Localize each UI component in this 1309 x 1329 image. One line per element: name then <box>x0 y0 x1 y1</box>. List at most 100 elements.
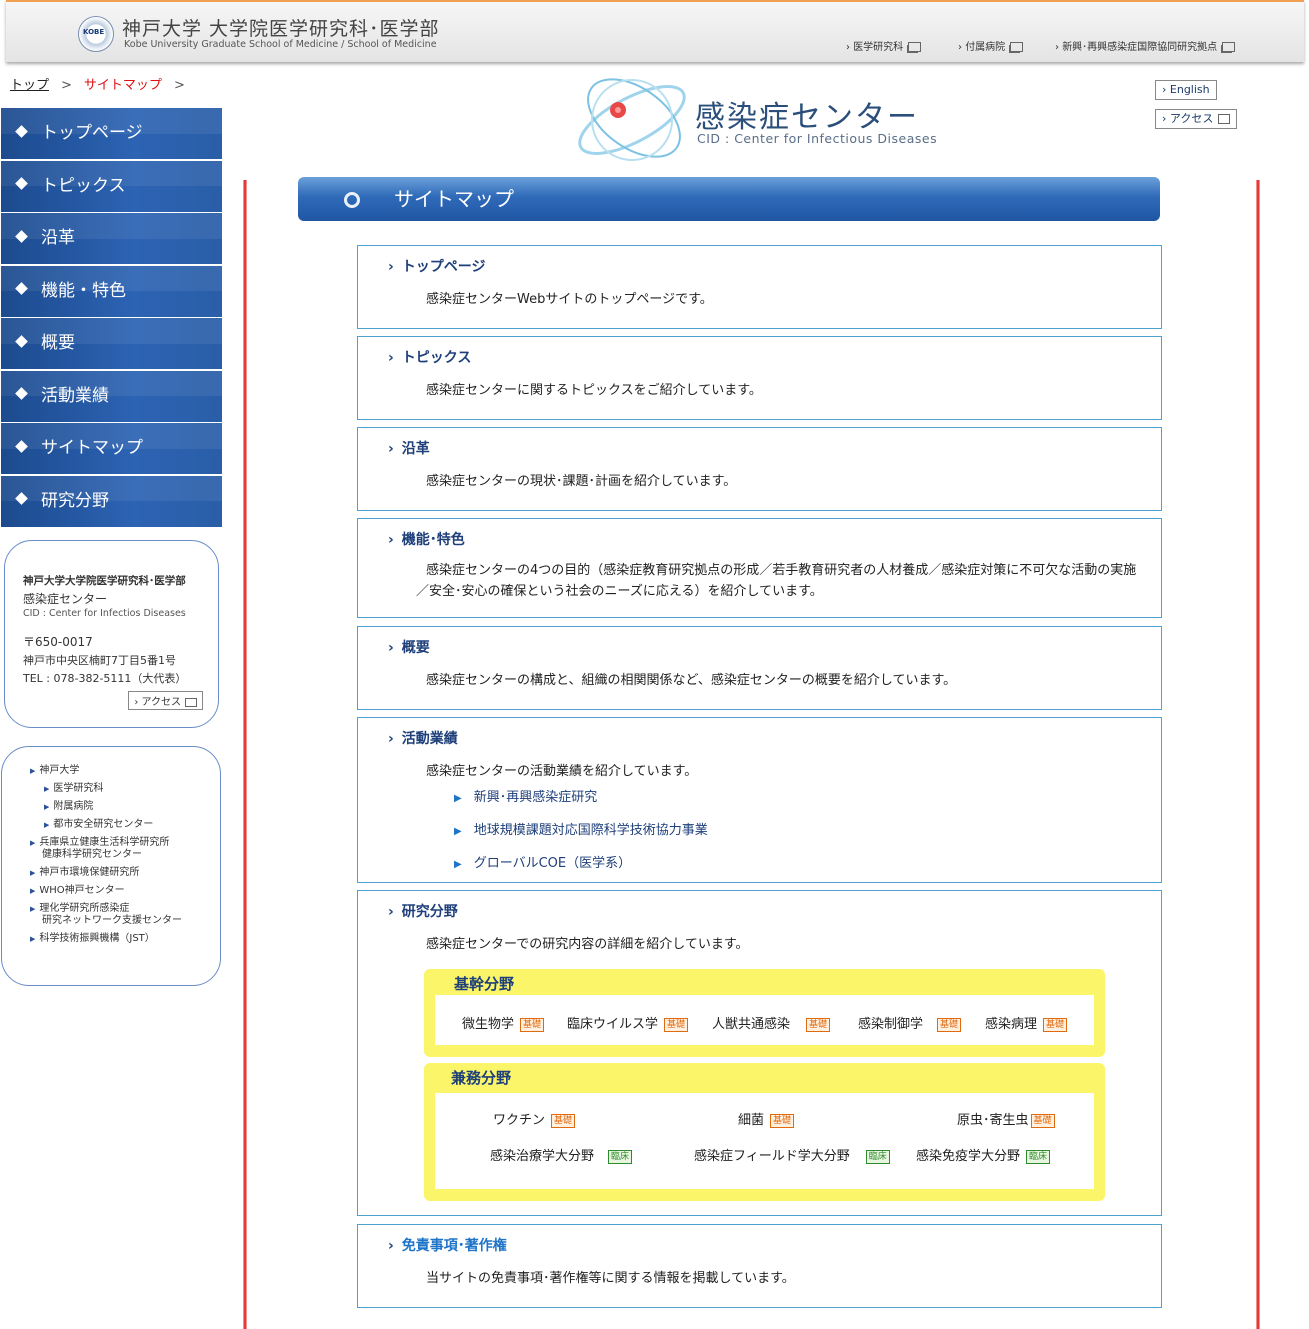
sidebar-item-label: 研究分野 <box>41 490 109 511</box>
section-title-link[interactable]: › 研究分野 <box>388 901 458 921</box>
chevron-right-icon: › <box>388 731 394 747</box>
sidebar-item-achievements[interactable]: 活動業績 <box>1 370 222 422</box>
clinical-badge: 臨床 <box>1026 1149 1051 1164</box>
header-link-label: 付属病院 <box>965 42 1006 53</box>
chevron-right-icon: › <box>388 350 394 366</box>
clinical-badge: 臨床 <box>608 1149 633 1164</box>
related-link[interactable]: ▶ 理化学研究所感染症 <box>30 903 220 915</box>
field-item[interactable]: 微生物学 基礎 <box>462 1013 545 1032</box>
section-title-link[interactable]: › 概要 <box>388 637 430 657</box>
section-title-label: 概要 <box>401 640 430 656</box>
field-name: 微生物学 <box>462 1017 515 1032</box>
logo-text: KOBE <box>83 28 105 36</box>
kobe-logo-icon[interactable]: KOBE <box>78 16 114 52</box>
sublink-emerging-infections[interactable]: ▶ 新興･再興感染症研究 <box>454 786 597 805</box>
english-button[interactable]: › English <box>1155 80 1217 100</box>
field-item[interactable]: ワクチン 基礎 <box>493 1109 576 1128</box>
triangle-right-icon: ▶ <box>454 859 462 870</box>
breadcrumb-top-link[interactable]: トップ <box>10 78 49 93</box>
field-item[interactable]: 臨床ウイルス学 基礎 <box>567 1013 689 1032</box>
sublink-label: グローバルCOE（医学系） <box>473 856 632 871</box>
sidebar-item-research[interactable]: 研究分野 <box>1 475 222 527</box>
section-title-link[interactable]: › トップページ <box>388 256 486 276</box>
related-link-label: 研究ネットワーク支援センター <box>42 915 182 926</box>
header-link-label: 新興･再興感染症国際協同研究拠点 <box>1062 42 1218 53</box>
field-name: 臨床ウイルス学 <box>567 1017 659 1032</box>
field-item[interactable]: 細菌 基礎 <box>738 1109 795 1128</box>
field-item[interactable]: 人獣共通感染 基礎 <box>712 1013 831 1032</box>
section-title-link[interactable]: › 免責事項･著作権 <box>388 1235 507 1255</box>
related-link[interactable]: ▶ 神戸大学 <box>30 765 220 777</box>
field-item[interactable]: 感染病理 基礎 <box>985 1013 1068 1032</box>
diamond-icon <box>15 282 28 295</box>
header-link-hospital[interactable]: › 付属病院 <box>958 38 1024 53</box>
section-title-link[interactable]: › 機能･特色 <box>388 529 465 549</box>
address-cid: CID : Center for Infectios Diseases <box>23 608 186 619</box>
basic-badge: 基礎 <box>664 1017 689 1032</box>
related-link[interactable]: ▶ 附属病院 <box>30 801 220 813</box>
related-link-label: 健康科学研究センター <box>42 849 142 860</box>
related-link-continued[interactable]: 研究ネットワーク支援センター <box>30 915 220 927</box>
sublink-global-coe[interactable]: ▶ グローバルCOE（医学系） <box>454 852 631 871</box>
address-access-button[interactable]: › アクセス <box>128 691 203 710</box>
related-link[interactable]: ▶ 科学技術振興機構（JST） <box>30 933 220 945</box>
field-item[interactable]: 感染制御学 基礎 <box>858 1013 962 1032</box>
chevron-right-icon: › <box>388 1238 394 1254</box>
header-link-med-school[interactable]: › 医学研究科 <box>846 38 922 53</box>
basic-badge: 基礎 <box>551 1113 576 1128</box>
related-link-continued[interactable]: 健康科学研究センター <box>30 849 220 861</box>
triangle-icon: ▶ <box>44 821 50 829</box>
sitemap-section-overview: › 概要 感染症センターの構成と、組織の相関関係など、感染症センターの概要を紹介し… <box>357 626 1162 710</box>
header-link-research-center[interactable]: › 新興･再興感染症国際協同研究拠点 <box>1055 38 1236 53</box>
section-description: 感染症センターに関するトピックスをご紹介しています。 <box>426 383 762 398</box>
address-box: 神戸大学大学院医学研究科･医学部 感染症センター CID : Center fo… <box>4 540 219 728</box>
sidebar-item-features[interactable]: 機能・特色 <box>1 265 222 317</box>
basic-badge: 基礎 <box>937 1017 962 1032</box>
sidebar-item-label: 沿革 <box>41 228 75 248</box>
sublink-global-cooperation[interactable]: ▶ 地球規模課題対応国際科学技術協力事業 <box>454 819 708 838</box>
related-link[interactable]: ▶ 都市安全研究センター <box>30 819 220 831</box>
field-item[interactable]: 感染免疫学大分野 臨床 <box>916 1145 1051 1164</box>
new-window-icon <box>185 697 197 707</box>
field-item[interactable]: 原虫･寄生虫 基礎 <box>957 1109 1055 1128</box>
sublink-label: 地球規模課題対応国際科学技術協力事業 <box>473 823 708 838</box>
field-item[interactable]: 感染治療学大分野 臨床 <box>490 1145 633 1164</box>
field-item[interactable]: 感染症フィールド学大分野 臨床 <box>694 1145 890 1164</box>
sidebar-nav: トップページ トピックス 沿革 機能・特色 概要 活動業績 サイトマップ 研究分… <box>1 108 222 528</box>
university-subtitle: Kobe University Graduate School of Medic… <box>124 39 437 50</box>
core-fields-list: 微生物学 基礎 臨床ウイルス学 基礎 人獣共通感染 基礎 感染制御学 基礎 感染病理 基礎 <box>435 995 1094 1045</box>
sidebar-item-sitemap[interactable]: サイトマップ <box>1 423 222 474</box>
related-link[interactable]: ▶ 医学研究科 <box>30 783 220 795</box>
related-link-label: WHO神戸センター <box>39 885 125 896</box>
related-link[interactable]: ▶ WHO神戸センター <box>30 885 220 897</box>
sidebar-item-topics[interactable]: トピックス <box>1 160 222 212</box>
triangle-right-icon: ▶ <box>454 793 462 804</box>
university-title[interactable]: 神戸大学 大学院医学研究科･医学部 <box>122 14 440 41</box>
related-link[interactable]: ▶ 兵庫県立健康生活科学研究所 <box>30 837 220 849</box>
sidebar-item-label: 活動業績 <box>41 385 109 406</box>
field-name: 感染制御学 <box>858 1017 924 1032</box>
center-title: 感染症センター <box>695 100 919 135</box>
related-link[interactable]: ▶ 神戸市環境保健研究所 <box>30 867 220 879</box>
triangle-icon: ▶ <box>30 869 36 877</box>
access-button[interactable]: › アクセス <box>1155 109 1238 129</box>
sidebar-item-top[interactable]: トップページ <box>1 108 222 159</box>
basic-badge: 基礎 <box>770 1113 795 1128</box>
diamond-icon <box>15 124 28 138</box>
section-description: 感染症センターの4つの目的（感染症教育研究拠点の形成／若手教育研究者の人材養成／… <box>416 563 1137 599</box>
right-red-divider <box>1256 180 1260 1329</box>
sidebar-item-history[interactable]: 沿革 <box>1 213 222 264</box>
address-street: 神戸市中央区楠町7丁目5番1号 <box>23 654 176 667</box>
sitemap-section-features: › 機能･特色 感染症センターの4つの目的（感染症教育研究拠点の形成／若手教育研究… <box>357 518 1162 618</box>
diamond-icon <box>15 492 28 505</box>
section-title-link[interactable]: › 沿革 <box>388 438 430 458</box>
sidebar-item-label: 概要 <box>41 333 75 353</box>
sitemap-section-achievements: › 活動業績 感染症センターの活動業績を紹介しています。 ▶ 新興･再興感染症研究 … <box>357 717 1162 883</box>
breadcrumb-current: サイトマップ <box>83 78 162 93</box>
section-description: 当サイトの免責事項･著作権等に関する情報を掲載しています。 <box>426 1271 795 1286</box>
sidebar-item-label: サイトマップ <box>41 438 143 458</box>
section-title-link[interactable]: › トピックス <box>388 347 471 367</box>
section-title-link[interactable]: › 活動業績 <box>388 728 458 748</box>
sidebar-item-overview[interactable]: 概要 <box>1 318 222 369</box>
section-description: 感染症センターWebサイトのトップページです。 <box>426 292 713 307</box>
